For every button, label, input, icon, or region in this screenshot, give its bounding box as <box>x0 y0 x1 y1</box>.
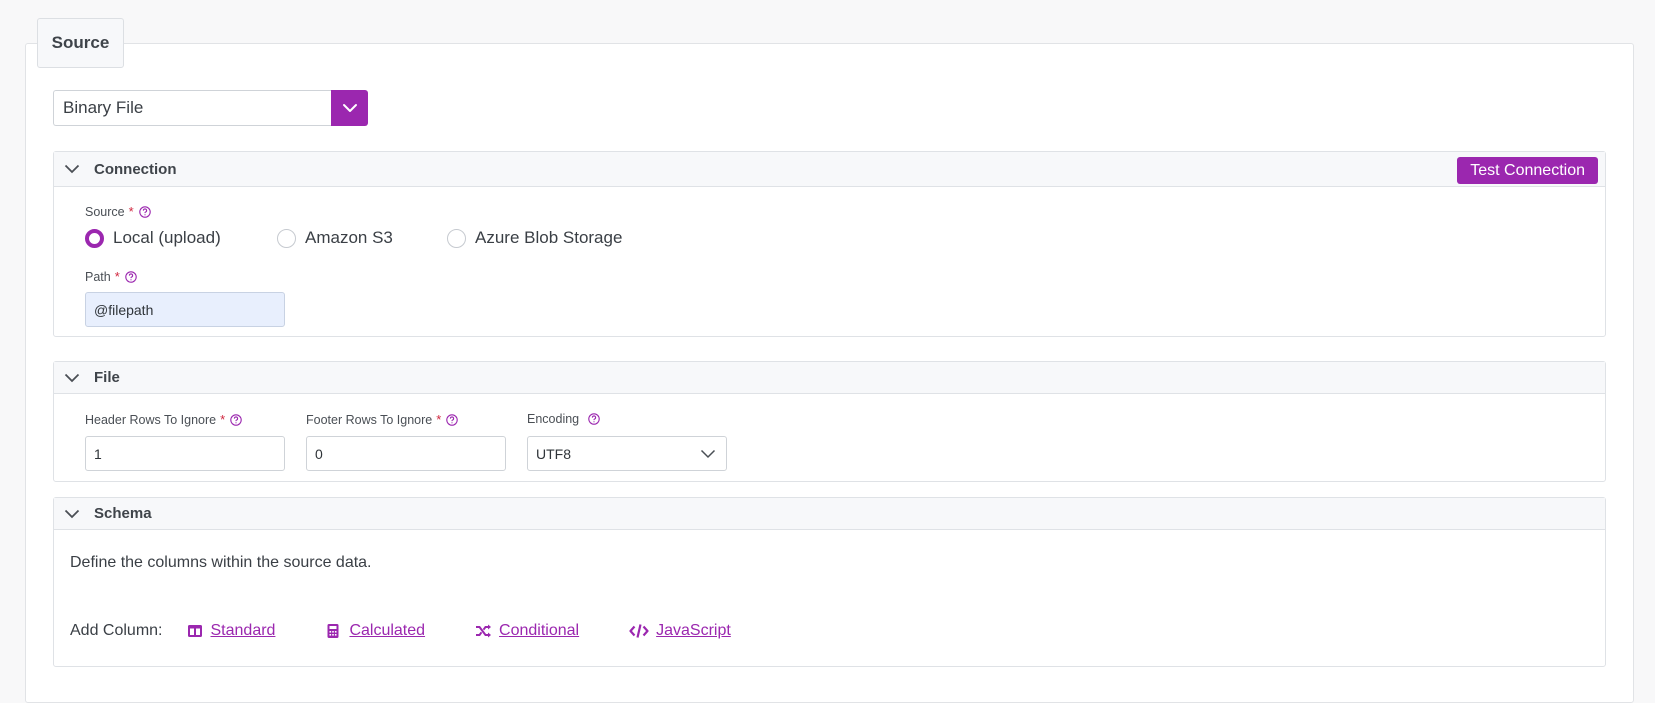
add-column-label: Add Column: <box>70 622 163 639</box>
source-type-dropdown-button[interactable] <box>331 90 368 126</box>
header-rows-input[interactable]: 1 <box>85 436 285 471</box>
file-title: File <box>94 369 120 386</box>
source-label-text: Source <box>85 204 125 219</box>
footer-rows-label: Footer Rows To Ignore * <box>306 412 459 427</box>
radio-checked-icon[interactable] <box>85 228 104 248</box>
radio-azure-blob-storage[interactable]: Azure Blob Storage <box>447 228 622 248</box>
calculated-link-text[interactable]: Calculated <box>349 622 425 640</box>
chevron-down-icon[interactable] <box>64 505 82 523</box>
source-field-label: Source * <box>85 204 151 219</box>
standard-link-text[interactable]: Standard <box>211 622 276 640</box>
add-javascript-column-link[interactable]: JavaScript <box>629 622 731 640</box>
shuffle-icon <box>475 623 492 640</box>
add-conditional-column-link[interactable]: Conditional <box>475 622 579 640</box>
add-calculated-column-link[interactable]: Calculated <box>325 622 425 640</box>
help-icon[interactable] <box>138 205 151 218</box>
conditional-link-text[interactable]: Conditional <box>499 622 579 640</box>
chevron-down-icon <box>342 104 357 112</box>
help-icon[interactable] <box>125 270 137 283</box>
schema-panel-header[interactable]: Schema <box>54 498 1605 530</box>
radio-label: Azure Blob Storage <box>475 228 623 247</box>
radio-unchecked-icon[interactable] <box>447 228 466 248</box>
encoding-value: UTF8 <box>536 445 571 462</box>
file-panel-header[interactable]: File <box>54 362 1605 394</box>
connection-panel: Connection Test Connection Source * Loca… <box>53 151 1606 337</box>
path-input[interactable]: @filepath <box>85 292 285 327</box>
calculator-icon <box>325 623 342 640</box>
header-rows-label: Header Rows To Ignore * <box>85 412 242 427</box>
columns-icon <box>187 623 204 640</box>
source-type-select[interactable]: Binary File <box>53 90 368 126</box>
code-icon <box>629 623 649 640</box>
required-marker: * <box>220 412 226 427</box>
connection-panel-header[interactable]: Connection Test Connection <box>54 152 1605 187</box>
connection-title: Connection <box>94 160 177 178</box>
footer-rows-label-text: Footer Rows To Ignore <box>306 412 433 427</box>
javascript-link-text[interactable]: JavaScript <box>656 622 731 640</box>
path-label-text: Path <box>85 269 111 284</box>
radio-amazon-s3[interactable]: Amazon S3 <box>277 228 393 248</box>
radio-local-upload[interactable]: Local (upload) <box>85 228 221 248</box>
chevron-down-icon[interactable] <box>64 369 82 387</box>
source-type-value[interactable]: Binary File <box>53 90 331 126</box>
footer-rows-input[interactable]: 0 <box>306 436 506 471</box>
header-rows-label-text: Header Rows To Ignore <box>85 412 217 427</box>
schema-panel: Schema Define the columns within the sou… <box>53 497 1606 667</box>
encoding-label-text: Encoding <box>527 412 580 426</box>
path-field-label: Path * <box>85 269 137 284</box>
radio-unchecked-icon[interactable] <box>277 228 296 248</box>
add-standard-column-link[interactable]: Standard <box>187 622 276 640</box>
encoding-select[interactable]: UTF8 <box>527 436 727 471</box>
help-icon[interactable] <box>588 413 600 425</box>
file-panel: File Header Rows To Ignore * 1 Footer Ro… <box>53 361 1606 482</box>
chevron-down-icon <box>700 449 716 458</box>
required-marker: * <box>436 412 442 427</box>
chevron-down-icon[interactable] <box>64 160 82 178</box>
schema-title: Schema <box>94 505 152 522</box>
add-column-bar: Add Column: Standard Calculated Conditio… <box>70 622 781 640</box>
schema-description: Define the columns within the source dat… <box>70 554 372 571</box>
required-marker: * <box>114 269 120 284</box>
radio-label: Local (upload) <box>113 228 221 247</box>
source-legend: Source <box>37 18 124 68</box>
help-icon[interactable] <box>230 413 242 426</box>
radio-label: Amazon S3 <box>305 228 393 247</box>
required-marker: * <box>128 204 134 219</box>
test-connection-button[interactable]: Test Connection <box>1457 157 1598 184</box>
help-icon[interactable] <box>446 413 459 426</box>
encoding-label: Encoding <box>527 412 600 426</box>
